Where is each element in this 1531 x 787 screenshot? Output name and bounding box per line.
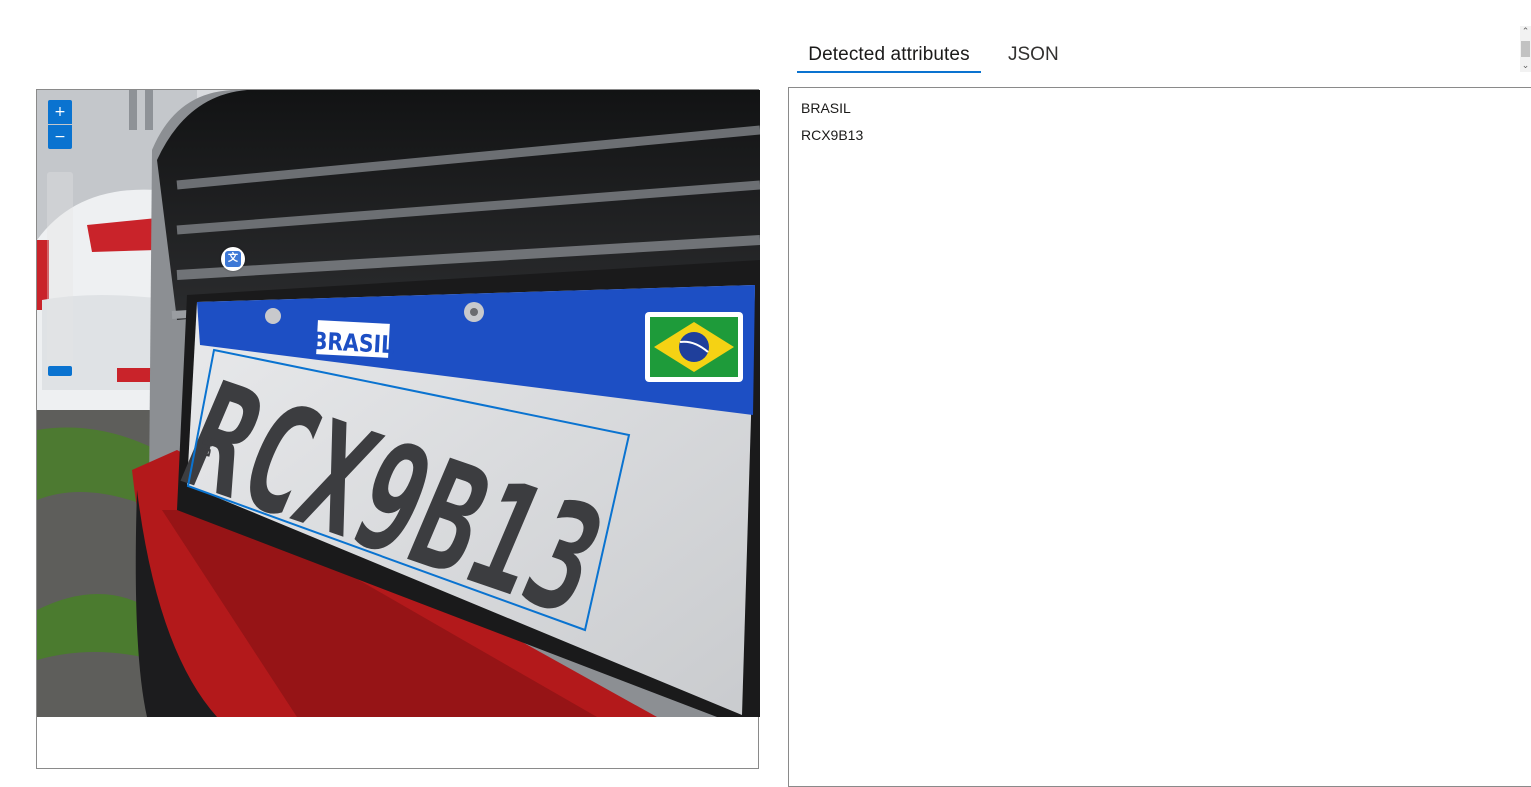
image-viewer[interactable]: BRASIL RCX9B13 BR 文 + −: [36, 89, 760, 769]
license-plate-photo: BRASIL RCX9B13 BR 文 + −: [37, 90, 760, 717]
page-scrollbar[interactable]: ⌃ ⌄: [1520, 26, 1531, 72]
tab-detected-attributes[interactable]: Detected attributes: [797, 36, 981, 73]
zoom-slider-thumb[interactable]: [48, 366, 72, 376]
scrollbar-thumb[interactable]: [1521, 41, 1530, 57]
scroll-up-arrow-icon[interactable]: ⌃: [1520, 26, 1531, 38]
photo-scene: BRASIL RCX9B13 BR: [37, 90, 760, 717]
zoom-slider[interactable]: [47, 172, 73, 378]
detected-attributes-panel: BRASIL RCX9B13: [788, 87, 1531, 787]
result-line-country: BRASIL: [801, 100, 851, 116]
tab-json[interactable]: JSON: [1005, 36, 1060, 73]
zoom-out-button[interactable]: −: [48, 125, 72, 149]
scroll-down-arrow-icon[interactable]: ⌄: [1520, 60, 1531, 72]
plate-country-text: BRASIL: [311, 327, 395, 359]
result-line-plate: RCX9B13: [801, 127, 864, 143]
zoom-in-button[interactable]: +: [48, 100, 72, 124]
zoom-controls: + −: [47, 100, 73, 378]
translate-icon[interactable]: 文: [221, 247, 245, 271]
translate-glyph: 文: [225, 251, 241, 267]
